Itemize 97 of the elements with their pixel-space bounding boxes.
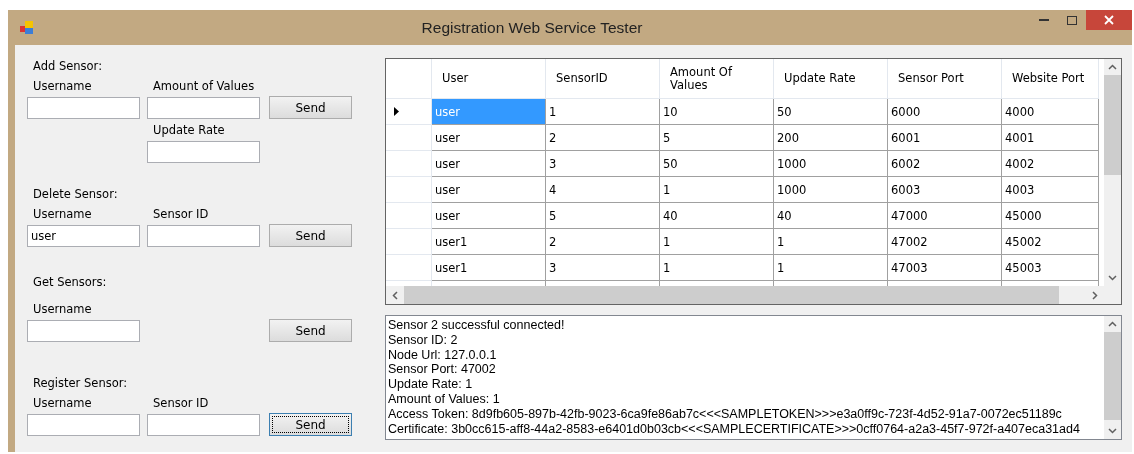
- scroll-right-icon[interactable]: [1092, 290, 1098, 300]
- table-cell: 4002: [1002, 151, 1099, 177]
- current-row-icon: [394, 107, 399, 116]
- table-cell: 5: [546, 203, 660, 229]
- table-cell: 1: [660, 229, 774, 255]
- field-label: Username: [33, 207, 93, 221]
- scroll-up-icon[interactable]: [1108, 64, 1117, 70]
- field-label: Update Rate: [153, 123, 226, 137]
- table-cell: 45003: [1002, 255, 1099, 281]
- table-cell: 1: [546, 99, 660, 125]
- table-cell: 50: [660, 151, 774, 177]
- minimize-icon: [1039, 19, 1049, 21]
- section-title: Register Sensor:: [33, 376, 128, 390]
- text-field[interactable]: [147, 414, 260, 436]
- field-label: Sensor ID: [153, 207, 210, 221]
- field-label: Amount of Values: [153, 79, 256, 93]
- table-cell: user1: [432, 255, 546, 281]
- table-cell: 1000: [774, 177, 888, 203]
- table-cell: 1: [774, 229, 888, 255]
- maximize-icon: [1067, 15, 1077, 25]
- table-cell: user: [432, 125, 546, 151]
- log-line: Sensor Port: 47002: [388, 362, 497, 378]
- horizontal-scrollbar[interactable]: [386, 286, 1104, 304]
- table-cell: 1000: [774, 151, 888, 177]
- table-cell: 6001: [888, 125, 1002, 151]
- table-cell: 200: [774, 125, 888, 151]
- table-cell: 6000: [888, 99, 1002, 125]
- field-label: Sensor ID: [153, 396, 210, 410]
- table-cell: 2: [546, 229, 660, 255]
- scroll-up-icon[interactable]: [1108, 321, 1117, 327]
- text-field[interactable]: [27, 320, 140, 342]
- column-header[interactable]: Sensor Port: [888, 59, 1002, 99]
- text-field[interactable]: [147, 225, 260, 247]
- vertical-scrollbar[interactable]: [1104, 316, 1121, 439]
- table-cell: 40: [774, 203, 888, 229]
- section-title: Delete Sensor:: [33, 187, 118, 201]
- table-cell: 4001: [1002, 125, 1099, 151]
- section-title: Add Sensor:: [33, 59, 102, 73]
- app-icon: [20, 21, 34, 35]
- table-cell: 5: [660, 125, 774, 151]
- log-line: Update Rate: 1: [388, 377, 474, 392]
- table-cell: user: [432, 151, 546, 177]
- field-label: Username: [33, 79, 93, 93]
- scroll-left-icon[interactable]: [392, 290, 398, 300]
- table-cell: 3: [546, 255, 660, 281]
- close-button[interactable]: [1086, 10, 1132, 30]
- send-button[interactable]: Send: [269, 224, 352, 247]
- window-title: Registration Web Service Tester: [420, 19, 644, 37]
- table-cell: 2: [546, 125, 660, 151]
- table-cell: 40: [660, 203, 774, 229]
- table-cell: 4003: [1002, 177, 1099, 203]
- column-header[interactable]: User: [432, 59, 546, 99]
- column-header[interactable]: Amount Of Values: [660, 59, 774, 99]
- text-field[interactable]: [27, 97, 140, 119]
- log-line: Access Token: 8d9fb605-897b-42fb-9023-6ca9fe86ab7c<<<SAMPLETOKEN>>>e3a0ff9c-723f-4d52-91a7-0072ec51189c: [388, 406, 1063, 422]
- table-cell: 6003: [888, 177, 1002, 203]
- table-cell: 45002: [1002, 229, 1099, 255]
- text-field[interactable]: [147, 97, 260, 119]
- table-cell: 47002: [888, 229, 1002, 255]
- text-field[interactable]: [147, 141, 260, 163]
- table-cell: 50: [774, 99, 888, 125]
- send-button[interactable]: Send: [269, 319, 352, 342]
- output-box[interactable]: [385, 315, 1122, 440]
- scroll-down-icon[interactable]: [1108, 428, 1117, 434]
- text-field[interactable]: user: [27, 225, 140, 247]
- table-cell: 1: [660, 255, 774, 281]
- table-cell: user: [432, 203, 546, 229]
- log-line: Sensor ID: 2: [388, 332, 459, 348]
- send-button[interactable]: Send: [269, 96, 352, 119]
- table-cell: 47003: [888, 255, 1002, 281]
- table-cell: 3: [546, 151, 660, 177]
- log-line: Sensor 2 successful connected!: [388, 318, 566, 333]
- table-cell: 4: [546, 177, 660, 203]
- log-line: Certificate: 3b0cc615-aff8-44a2-8583-e6401d0b03cb<<<SAMPLECERTIFICATE>>>0cff0764-a2a3-45f7-972f-a407eca31ad4: [388, 421, 1081, 437]
- log-line: Node Url: 127.0.0.1: [388, 347, 498, 363]
- field-label: Username: [33, 396, 93, 410]
- table-cell: 4000: [1002, 99, 1099, 125]
- table-cell: 1: [660, 177, 774, 203]
- table-cell: user1: [432, 229, 546, 255]
- log-line: Amount of Values: 1: [388, 392, 501, 407]
- close-icon: [1104, 15, 1114, 25]
- scroll-down-icon[interactable]: [1108, 275, 1117, 281]
- table-cell: user: [432, 177, 546, 203]
- table-cell: 45000: [1002, 203, 1099, 229]
- send-button[interactable]: Send: [269, 413, 352, 436]
- vertical-scrollbar[interactable]: [1104, 59, 1121, 286]
- table-cell: user: [432, 99, 546, 125]
- section-title: Get Sensors:: [33, 275, 107, 289]
- column-header[interactable]: Update Rate: [774, 59, 888, 99]
- text-field[interactable]: [27, 414, 140, 436]
- table-cell: 47000: [888, 203, 1002, 229]
- table-cell: 1: [774, 255, 888, 281]
- column-header[interactable]: SensorID: [546, 59, 660, 99]
- table-cell: 10: [660, 99, 774, 125]
- table-cell: 6002: [888, 151, 1002, 177]
- column-header[interactable]: Website Port: [1002, 59, 1099, 99]
- field-label: Username: [33, 302, 93, 316]
